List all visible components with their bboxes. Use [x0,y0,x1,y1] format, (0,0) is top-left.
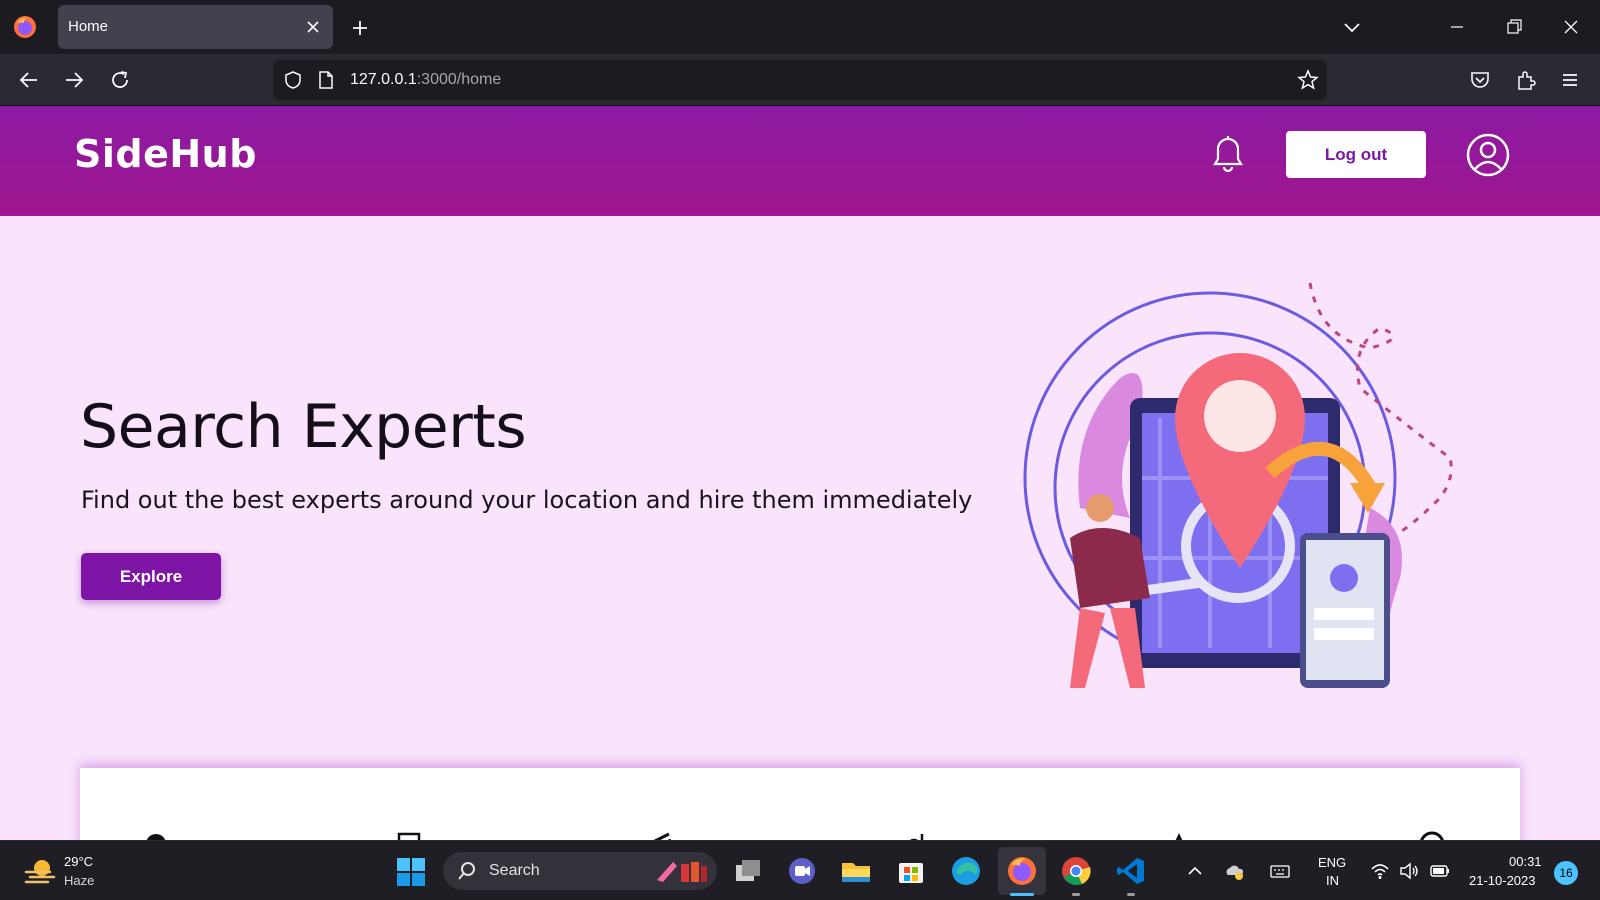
teams-chat-icon[interactable] [786,855,818,887]
tab-home[interactable]: Home [58,5,333,49]
restore-window-icon[interactable] [1504,17,1524,37]
search-highlight-art-icon [657,862,707,882]
weather-description: Haze [64,873,95,888]
windows-start-icon[interactable] [396,857,426,887]
forward-icon[interactable] [63,69,85,91]
bookmark-star-icon[interactable] [1297,69,1319,91]
vscode-icon[interactable] [1115,855,1147,887]
close-tab-icon[interactable] [303,17,323,37]
file-explorer-icon[interactable] [840,855,872,887]
firefox-running-indicator [1010,893,1034,896]
firefox-taskbar-icon[interactable] [1006,855,1038,887]
url-path: :3000/home [416,71,502,88]
tab-title: Home [68,18,109,35]
extensions-icon[interactable] [1515,69,1537,91]
logout-button[interactable]: Log out [1286,131,1426,178]
reload-icon[interactable] [109,69,131,91]
url-bar[interactable]: 127.0.0.1:3000/home [273,60,1327,100]
clock-time[interactable]: 00:31 [1509,854,1542,869]
back-icon[interactable] [18,69,40,91]
notification-count-badge[interactable]: 16 [1554,861,1578,885]
search-label: Search [489,862,540,879]
location-search-illustration [1023,282,1453,688]
microsoft-store-icon[interactable] [895,855,927,887]
url-text[interactable]: 127.0.0.1:3000/home [350,71,501,89]
list-all-tabs-icon[interactable] [1342,17,1362,37]
hero-subtitle: Find out the best experts around your lo… [81,486,973,514]
show-hidden-icons-chevron-icon[interactable] [1185,861,1205,881]
site-header: SideHub Log out [0,106,1600,216]
explore-button[interactable]: Explore [81,553,221,600]
user-profile-icon[interactable] [1466,133,1510,177]
tracking-protection-shield-icon[interactable] [283,70,303,90]
vscode-running-indicator [1127,893,1135,896]
browser-tab-bar: Home [0,0,1600,54]
brand-logo[interactable]: SideHub [74,132,257,176]
notification-bell-icon[interactable] [1210,134,1246,174]
url-host: 127.0.0.1 [350,71,417,88]
browser-nav-bar: 127.0.0.1:3000/home [0,54,1600,106]
pocket-icon[interactable] [1469,69,1491,91]
minimize-window-icon[interactable] [1447,17,1467,37]
new-tab-icon[interactable] [350,18,370,38]
battery-icon[interactable] [1430,861,1450,881]
haze-weather-icon[interactable] [24,856,56,886]
taskbar-search-box[interactable]: Search [443,852,717,890]
wifi-icon[interactable] [1370,861,1390,881]
weather-temperature: 29°C [64,854,94,869]
firefox-logo-icon[interactable] [13,15,37,39]
app-menu-icon[interactable] [1559,69,1581,91]
search-icon [458,862,475,880]
close-window-icon[interactable] [1561,17,1581,37]
onedrive-warning-icon[interactable] [1225,861,1245,881]
hero-title: Search Experts [80,392,527,462]
windows-taskbar: 29°C Haze Search ENG IN 00:31 21-10-2023… [0,840,1600,900]
input-language[interactable]: ENG [1318,855,1346,870]
task-view-icon[interactable] [732,855,764,887]
volume-icon[interactable] [1399,861,1419,881]
page-info-icon[interactable] [317,70,335,90]
clock-date[interactable]: 21-10-2023 [1469,873,1536,888]
chrome-icon[interactable] [1060,855,1092,887]
input-region[interactable]: IN [1326,873,1339,888]
edge-browser-icon[interactable] [950,855,982,887]
touch-keyboard-icon[interactable] [1270,861,1290,881]
chrome-running-indicator [1072,893,1080,896]
